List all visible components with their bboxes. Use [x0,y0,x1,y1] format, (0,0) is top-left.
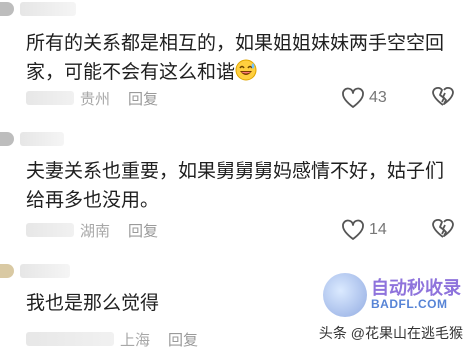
source-credit: 头条 @花果山在逃毛猴 [318,325,463,341]
comment-text: 所有的关系都是相互的，如果姐姐妹妹两手空空回家，可能不会有这么和谐 [26,29,455,90]
like-count: 14 [369,221,387,238]
username-blurred[interactable] [20,2,76,16]
location-label: 湖南 [80,222,111,240]
dislike-button[interactable] [431,85,455,111]
comment-meta: 贵州 回复 43 [26,84,475,112]
comment-text: 夫妻关系也重要，如果舅舅舅妈感情不好，姑子们给再多也没用。 [26,161,445,211]
broken-heart-icon [432,219,454,238]
like-count: 43 [369,89,387,106]
username-blurred [26,332,114,346]
location-label: 贵州 [80,90,111,108]
heart-icon [342,219,364,240]
username-blurred [26,223,74,237]
avatar[interactable] [0,264,14,278]
dislike-button[interactable] [431,217,455,243]
username-blurred [26,91,74,105]
comment-meta: 湖南 回复 14 [26,216,475,244]
watermark-logo-icon [323,273,367,317]
heart-icon [342,87,364,108]
reply-button[interactable]: 回复 [168,329,198,350]
location-label: 上海 [120,331,151,349]
watermark-url: BADFL.COM [371,297,448,312]
avatar[interactable] [0,2,14,16]
like-button[interactable]: 43 [341,87,391,109]
username-blurred[interactable] [20,264,70,278]
comment-list: 所有的关系都是相互的，如果姐姐妹妹两手空空回家，可能不会有这么和谐 贵州 回复 … [0,0,475,353]
watermark-title: 自动秒收录 [371,277,461,298]
reply-button[interactable]: 回复 [128,88,158,109]
broken-heart-icon [432,87,454,106]
username-blurred[interactable] [20,132,64,146]
reply-button[interactable]: 回复 [128,220,158,241]
like-button[interactable]: 14 [341,219,391,241]
avatar[interactable] [0,132,14,146]
watermark: 自动秒收录 BADFL.COM [323,273,461,317]
